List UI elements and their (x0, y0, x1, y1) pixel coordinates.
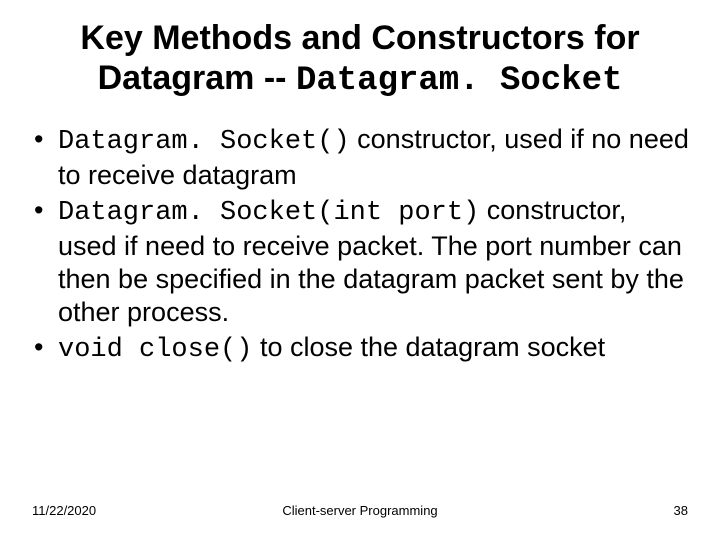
list-item: Datagram. Socket(int port) constructor, … (30, 194, 690, 329)
list-item: void close() to close the datagram socke… (30, 331, 690, 367)
footer-page: 38 (674, 503, 688, 518)
text-span: to close the datagram socket (252, 332, 605, 362)
bullet-list: Datagram. Socket() constructor, used if … (30, 123, 690, 367)
title-line1: Key Methods and Constructors for (80, 19, 639, 57)
footer-date: 11/22/2020 (32, 503, 96, 518)
footer-subject: Client-server Programming (32, 503, 688, 518)
slide-footer: 11/22/2020 Client-server Programming 38 (32, 503, 688, 518)
slide-title: Key Methods and Constructors for Datagra… (30, 18, 690, 101)
title-line2-mono: Datagram. Socket (296, 62, 622, 100)
code-span: void close() (58, 335, 252, 365)
code-span: Datagram. Socket(int port) (58, 198, 479, 228)
code-span: Datagram. Socket() (58, 127, 350, 157)
list-item: Datagram. Socket() constructor, used if … (30, 123, 690, 192)
title-line2-prefix: Datagram -- (98, 59, 296, 97)
